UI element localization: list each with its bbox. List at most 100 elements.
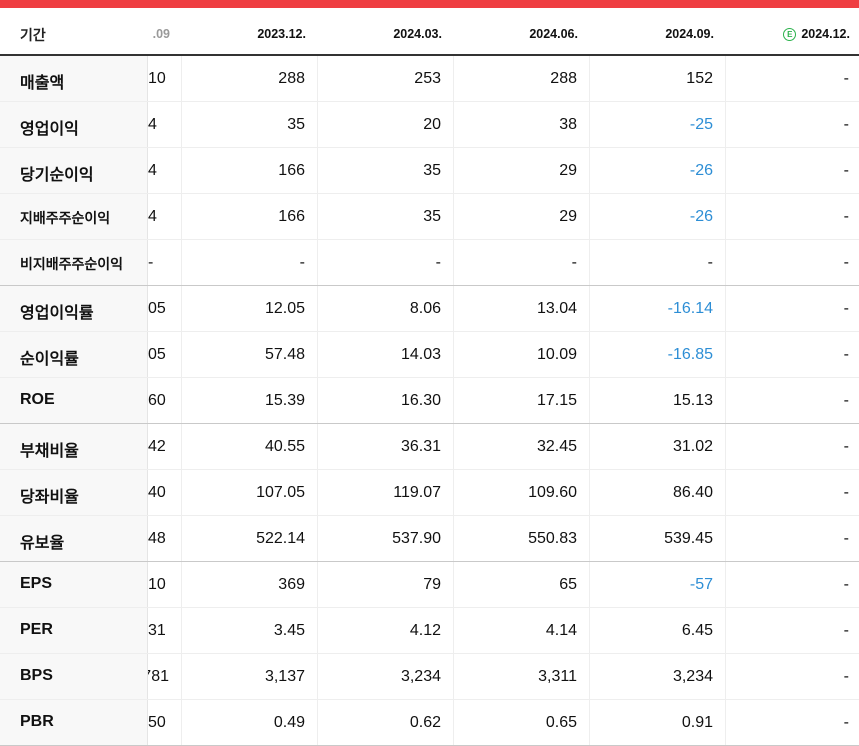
- cell-value: 15.39: [264, 392, 305, 409]
- row-label: 매출액: [20, 75, 65, 92]
- row-header: PER: [0, 608, 148, 653]
- cell-value: 36.31: [400, 438, 441, 455]
- table-cell: 79: [318, 562, 454, 607]
- row-label: BPS: [20, 667, 53, 684]
- table-cell: 288: [454, 56, 590, 101]
- row-header: 지배주주순이익: [0, 194, 148, 239]
- cell-value: 10: [148, 70, 166, 87]
- row-header: 순이익률: [0, 332, 148, 377]
- cell-value: 3,234: [672, 668, 713, 685]
- table-cell: 3,234: [590, 654, 726, 699]
- table-cell: -: [726, 148, 859, 193]
- cell-value: 14.03: [400, 346, 441, 363]
- row-header: BPS: [0, 654, 148, 699]
- cell-value: -26: [689, 162, 713, 179]
- table-cell: 166: [182, 194, 318, 239]
- table-row: 매출액 10 288 253 288 152 -: [0, 56, 859, 102]
- cell-value: 60: [148, 392, 166, 409]
- table-cell: -: [726, 654, 859, 699]
- table-cell: 288: [182, 56, 318, 101]
- cell-value: 35: [423, 162, 441, 179]
- top-accent-bar: [0, 0, 859, 8]
- row-label: PER: [20, 621, 53, 638]
- table-cell: 35: [182, 102, 318, 147]
- row-header: 비지배주주순이익: [0, 240, 148, 285]
- table-cell: 522.14: [182, 516, 318, 561]
- cell-value: 3.45: [273, 622, 305, 639]
- table-cell: -: [726, 286, 859, 331]
- cell-value: 4: [148, 116, 157, 133]
- table-cell: 36.31: [318, 424, 454, 469]
- table-cell: 0.65: [454, 700, 590, 745]
- row-label: ROE: [20, 391, 55, 408]
- row-header: 영업이익률: [0, 286, 148, 331]
- table-cell: -26: [590, 194, 726, 239]
- table-cell: -57: [590, 562, 726, 607]
- table-cell: 3.45: [182, 608, 318, 653]
- table-cell: 31: [148, 608, 182, 653]
- table-cell: -: [726, 102, 859, 147]
- period-label: 기간: [20, 27, 46, 43]
- cell-value: 86.40: [672, 484, 713, 501]
- table-row: 당좌비율 40 107.05 119.07 109.60 86.40 -: [0, 470, 859, 516]
- table-cell: -: [726, 470, 859, 515]
- cell-value: 35: [287, 116, 305, 133]
- row-header: 매출액: [0, 56, 148, 101]
- row-label: 부채비율: [20, 443, 79, 460]
- cell-value: 0.91: [681, 714, 713, 731]
- cell-value: 539.45: [664, 530, 713, 547]
- cell-value: 42: [148, 438, 166, 455]
- cell-value: 17.15: [536, 392, 577, 409]
- table-cell: 32.45: [454, 424, 590, 469]
- row-label: 영업이익률: [20, 305, 94, 322]
- table-row: 비지배주주순이익 - - - - - -: [0, 240, 859, 286]
- table-cell: -: [726, 562, 859, 607]
- row-label: PBR: [20, 713, 54, 730]
- table-cell: -26: [590, 148, 726, 193]
- row-label: 유보율: [20, 535, 65, 552]
- row-label: 지배주주순이익: [20, 210, 111, 226]
- cell-value: 6.45: [681, 622, 713, 639]
- cell-value: 4: [148, 208, 157, 225]
- cell-value: 38: [559, 116, 577, 133]
- table-cell: 152: [590, 56, 726, 101]
- table-row: 유보율 48 522.14 537.90 550.83 539.45 -: [0, 516, 859, 562]
- cell-value: -: [843, 116, 849, 133]
- cell-value: 20: [423, 116, 441, 133]
- table-cell: 539.45: [590, 516, 726, 561]
- cell-value: 13.04: [536, 300, 577, 317]
- cell-value: 48: [148, 530, 166, 547]
- cell-value: -: [843, 668, 849, 685]
- row-header: ROE: [0, 378, 148, 423]
- cell-value: -25: [689, 116, 713, 133]
- table-cell: 40.55: [182, 424, 318, 469]
- row-header: 부채비율: [0, 424, 148, 469]
- table-cell: 42: [148, 424, 182, 469]
- cell-value: 05: [148, 346, 166, 363]
- table-cell: -: [726, 424, 859, 469]
- cell-value: 12.05: [264, 300, 305, 317]
- column-header-2024-03: 2024.03.: [393, 27, 442, 41]
- table-cell: 15.39: [182, 378, 318, 423]
- table-cell: 15.13: [590, 378, 726, 423]
- table-cell: 16.30: [318, 378, 454, 423]
- table-cell: 14.03: [318, 332, 454, 377]
- table-cell: 65: [454, 562, 590, 607]
- column-header-2024-06: 2024.06.: [529, 27, 578, 41]
- table-cell: 166: [182, 148, 318, 193]
- cell-value: 57.48: [264, 346, 305, 363]
- row-label: 비지배주주순이익: [20, 256, 124, 272]
- table-cell: 57.48: [182, 332, 318, 377]
- table-cell: -: [726, 332, 859, 377]
- cell-value: 0.65: [545, 714, 577, 731]
- table-cell: 86.40: [590, 470, 726, 515]
- cell-value: 29: [559, 208, 577, 225]
- table-cell: -25: [590, 102, 726, 147]
- cell-value: -: [843, 392, 849, 409]
- table-cell: 3,234: [318, 654, 454, 699]
- table-cell: 48: [148, 516, 182, 561]
- table-cell: 550.83: [454, 516, 590, 561]
- cell-value: -: [299, 254, 305, 271]
- cell-value: -: [843, 346, 849, 363]
- cell-value: 4.12: [409, 622, 441, 639]
